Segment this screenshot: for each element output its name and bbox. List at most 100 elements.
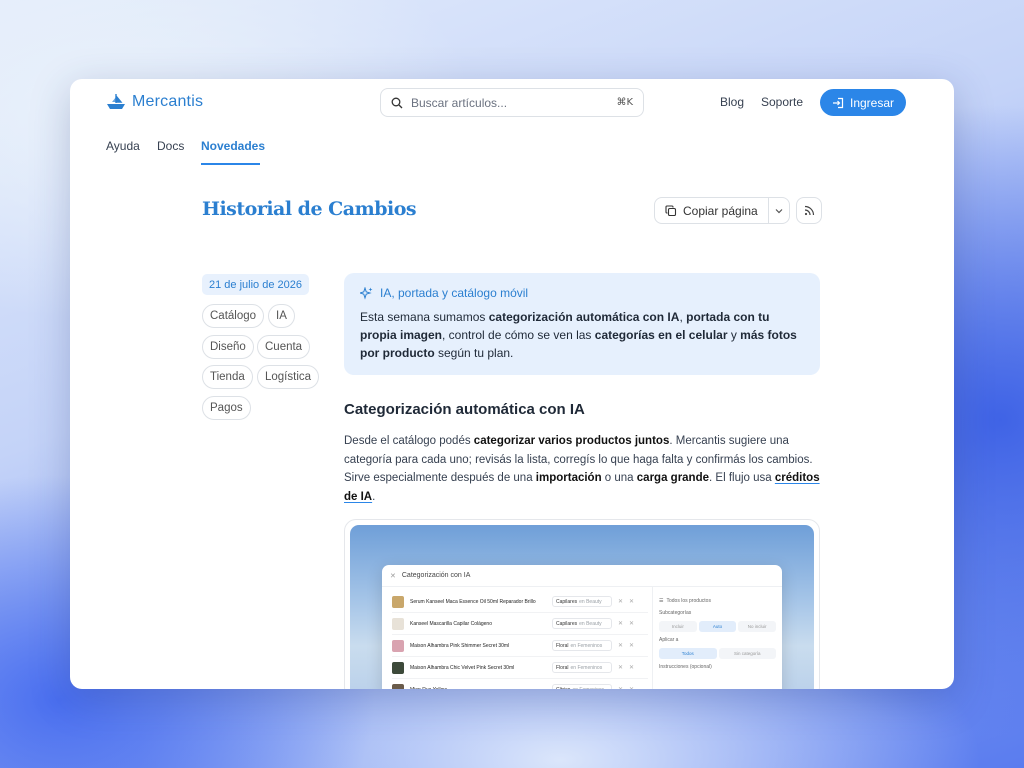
category-group: en Beauty — [579, 598, 602, 605]
apply-segmented: Todos Sin categoría — [659, 648, 776, 659]
product-name: Maison Alhambra Chic Velvet Pink Secret … — [410, 664, 515, 671]
ship-logo-icon — [107, 94, 125, 109]
callout-title-row: IA, portada y catálogo móvil — [360, 286, 804, 300]
tag-chip[interactable]: Pagos — [202, 396, 251, 420]
category-name: Capilares — [556, 620, 578, 627]
active-tab-indicator — [201, 163, 260, 165]
copy-options-dropdown[interactable] — [769, 198, 789, 223]
search-input[interactable]: Buscar artículos... ⌘K — [380, 88, 644, 117]
instructions-label: Instrucciones (opcional) — [659, 664, 712, 670]
login-button[interactable]: Ingresar — [820, 89, 906, 116]
search-icon — [391, 97, 403, 108]
callout-highlight: categorías en el celular — [594, 328, 728, 342]
category-group: en Beauty — [579, 620, 602, 627]
tag-chip[interactable]: IA — [268, 304, 295, 328]
modal-header: ✕ Categorización con IA — [382, 565, 782, 587]
product-thumbnail — [392, 661, 404, 674]
category-field: Cítricoen Femeninos — [552, 684, 612, 689]
copy-page-label: Copiar página — [683, 203, 758, 218]
brand-logo[interactable]: Mercantis — [106, 93, 203, 111]
all-products-label: Todos los productos — [666, 598, 711, 604]
subcategory-segmented: Incluir Auto No incluir — [659, 621, 777, 632]
category-name: Floral — [556, 642, 569, 649]
tab-novedades[interactable]: Novedades — [201, 139, 265, 153]
feature-screenshot: ✕ Categorización con IA ☰ Todos los produ… — [344, 519, 820, 689]
clear-icon: ✕ — [618, 643, 624, 649]
callout-highlight: categorización automática con IA — [488, 310, 680, 324]
paragraph-text: . — [372, 491, 376, 504]
apply-to-label: Aplicar a — [659, 637, 679, 643]
apply-option: Sin categoría — [718, 648, 776, 659]
paragraph-highlight: carga grande — [636, 472, 710, 485]
product-name: Mion Rua Yellow — [410, 687, 546, 690]
search-shortcut: ⌘K — [616, 97, 633, 108]
app-window: Mercantis Buscar artículos... ⌘K Blog So… — [70, 79, 954, 689]
screenshot-row: Mion Rua Yellow Cítricoen Femeninos ✕ ✕ — [392, 679, 648, 689]
category-name: Cítrico — [556, 687, 570, 690]
screenshot-row: Serum Kanseel Maca Essence Oil 50ml Repa… — [392, 591, 648, 613]
paragraph-highlight: importación — [535, 472, 602, 485]
product-thumbnail — [392, 595, 404, 608]
callout-title: IA, portada y catálogo móvil — [380, 286, 529, 300]
copy-page-button[interactable]: Copiar página — [655, 198, 769, 223]
tab-ayuda[interactable]: Ayuda — [106, 139, 140, 153]
category-group: en Femeninos — [572, 687, 604, 690]
callout-text: según tu plan. — [434, 346, 514, 360]
remove-icon: ✕ — [629, 665, 635, 671]
nav-link-blog[interactable]: Blog — [720, 95, 744, 109]
screenshot-row: Maison Alhambra Pink Shimmer Secret 30ml… — [392, 635, 648, 657]
product-name: Serum Kanseel Maca Essence Oil 50ml Repa… — [410, 598, 536, 605]
remove-icon: ✕ — [629, 621, 635, 627]
entry-date-badge: 21 de julio de 2026 — [202, 274, 309, 295]
sparkles-icon — [360, 286, 373, 300]
login-label: Ingresar — [849, 95, 895, 110]
product-thumbnail — [392, 617, 404, 630]
tag-chip[interactable]: Logística — [257, 365, 320, 389]
tag-chip[interactable]: Tienda — [202, 365, 253, 389]
screenshot-row: Kanseel Mascarilla Capilar Colágeno Capil… — [392, 613, 648, 635]
category-group: en Femeninos — [570, 664, 603, 671]
clear-icon: ✕ — [618, 686, 623, 689]
tag-chip[interactable]: Catálogo — [202, 304, 265, 328]
tag-chip[interactable]: Diseño — [202, 335, 254, 359]
search-placeholder: Buscar artículos... — [411, 95, 508, 110]
category-field: Capilares en Beauty — [552, 596, 612, 607]
category-field: Capilares en Beauty — [552, 618, 612, 629]
clear-icon: ✕ — [618, 621, 624, 627]
callout-text: Esta semana sumamos — [360, 310, 489, 324]
categorization-modal: ✕ Categorización con IA ☰ Todos los produ… — [382, 565, 782, 689]
paragraph-highlight: categorizar varios productos juntos — [473, 435, 670, 447]
subcategory-option: Incluir — [659, 621, 697, 632]
tab-docs[interactable]: Docs — [157, 139, 184, 153]
apply-option: Todos — [659, 648, 717, 659]
subcategories-label: Subcategorías — [659, 610, 692, 616]
category-name: Floral — [556, 664, 569, 671]
paragraph-text: . El flujo usa — [709, 472, 775, 485]
callout-text: , control de cómo se ven las — [442, 328, 595, 342]
product-name: Maison Alhambra Pink Shimmer Secret 30ml — [410, 642, 510, 649]
modal-options-panel: ☰ Todos los productos Subcategorías Inclu… — [652, 587, 782, 689]
category-field: Floral en Femeninos — [552, 662, 612, 673]
nav-link-soporte[interactable]: Soporte — [761, 95, 803, 109]
remove-icon: ✕ — [629, 686, 634, 689]
product-thumbnail — [392, 639, 404, 652]
paragraph-text: Desde el catálogo podés — [344, 435, 474, 447]
copy-icon — [665, 204, 677, 216]
screenshot-row: Maison Alhambra Chic Velvet Pink Secret … — [392, 657, 648, 679]
clear-icon: ✕ — [618, 599, 624, 605]
copy-page-group: Copiar página — [654, 197, 790, 224]
tag-chip[interactable]: Cuenta — [257, 335, 311, 359]
subcategory-option: Auto — [698, 621, 737, 632]
category-group: en Femeninos — [570, 642, 603, 649]
remove-icon: ✕ — [629, 643, 635, 649]
subcategory-option: No incluir — [738, 621, 777, 632]
brand-name: Mercantis — [132, 93, 204, 110]
section-title: Categorización automática con IA — [344, 401, 585, 418]
rss-button[interactable] — [796, 197, 822, 224]
modal-close-icon: ✕ — [390, 572, 396, 580]
modal-title: Categorización con IA — [401, 572, 471, 579]
login-icon — [832, 97, 844, 108]
category-field: Floral en Femeninos — [552, 640, 612, 651]
paragraph-text: o una — [601, 472, 637, 485]
product-thumbnail — [392, 683, 404, 689]
